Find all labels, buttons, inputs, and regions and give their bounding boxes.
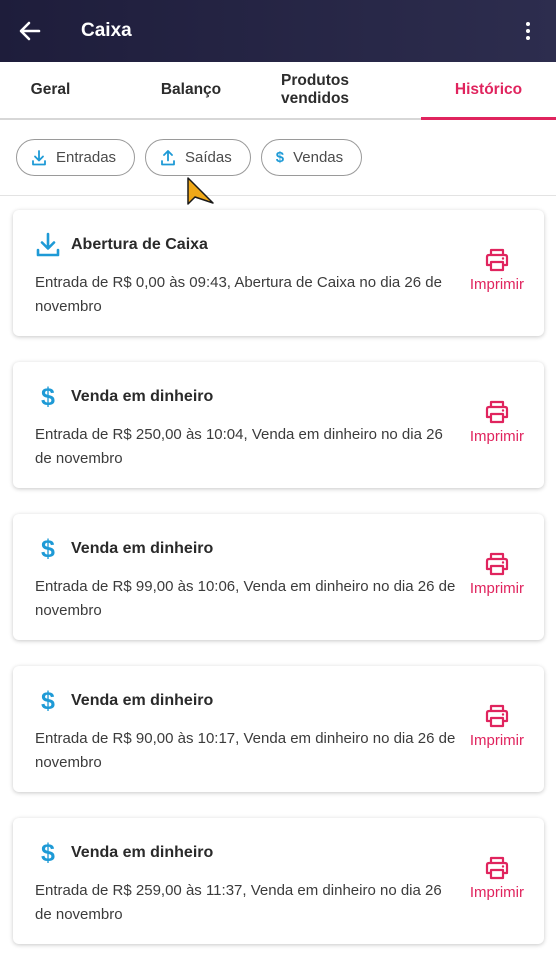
dollar-icon: $ (41, 687, 55, 715)
arrow-left-icon (19, 21, 41, 41)
dollar-icon: $ (41, 383, 55, 411)
chip-label: Saídas (185, 149, 232, 166)
history-card: $ Venda em dinheiro Entrada de R$ 90,00 … (13, 666, 544, 792)
printer-icon (485, 552, 509, 576)
print-button[interactable]: Imprimir (470, 400, 524, 445)
back-button[interactable] (0, 0, 60, 62)
print-label: Imprimir (469, 732, 524, 749)
history-list: Abertura de Caixa Entrada de R$ 0,00 às … (0, 196, 556, 944)
dollar-icon: $ (275, 149, 285, 166)
card-title: Abertura de Caixa (71, 236, 208, 253)
mouse-cursor-icon (187, 177, 214, 205)
history-card: $ Venda em dinheiro Entrada de R$ 250,00… (13, 362, 544, 488)
dollar-icon: $ (41, 839, 55, 867)
print-label: Imprimir (469, 276, 524, 293)
print-button[interactable]: Imprimir (470, 248, 524, 293)
history-card: $ Venda em dinheiro Entrada de R$ 99,00 … (13, 514, 544, 640)
card-title: Venda em dinheiro (71, 692, 214, 709)
upload-icon (161, 149, 175, 165)
print-label: Imprimir (469, 428, 524, 445)
download-icon (32, 149, 46, 165)
card-header: $ Venda em dinheiro (35, 840, 213, 866)
printer-icon (485, 856, 509, 880)
card-header: $ Venda em dinheiro (35, 536, 213, 562)
card-header: $ Venda em dinheiro (35, 384, 213, 410)
filter-chip-vendas[interactable]: $ Vendas (260, 139, 363, 176)
tab-produtos-vendidos[interactable]: Produtos vendidos (281, 62, 421, 118)
print-button[interactable]: Imprimir (470, 704, 524, 749)
app-bar: Caixa (0, 0, 556, 62)
dollar-icon: $ (41, 535, 55, 563)
active-tab-indicator (421, 117, 556, 120)
tab-balanco[interactable]: Balanço (101, 62, 281, 118)
card-title: Venda em dinheiro (71, 388, 214, 405)
card-header: $ Venda em dinheiro (35, 688, 213, 714)
print-button[interactable]: Imprimir (470, 856, 524, 901)
page-title: Caixa (81, 20, 132, 41)
print-button[interactable]: Imprimir (470, 552, 524, 597)
tab-historico[interactable]: Histórico (421, 62, 556, 118)
card-header: Abertura de Caixa (35, 232, 208, 258)
card-description: Entrada de R$ 99,00 às 10:06, Venda em d… (35, 578, 456, 619)
printer-icon (485, 704, 509, 728)
history-card: $ Venda em dinheiro Entrada de R$ 259,00… (13, 818, 544, 944)
tab-geral[interactable]: Geral (0, 62, 101, 118)
filter-chip-saidas[interactable]: Saídas (145, 139, 251, 176)
history-card: Abertura de Caixa Entrada de R$ 0,00 às … (13, 210, 544, 336)
more-vert-icon[interactable] (508, 0, 548, 62)
print-label: Imprimir (469, 884, 524, 901)
card-title: Venda em dinheiro (71, 540, 214, 557)
chip-label: Vendas (293, 149, 344, 166)
card-title: Venda em dinheiro (71, 844, 214, 861)
download-icon (36, 232, 60, 257)
printer-icon (485, 400, 509, 424)
card-description: Entrada de R$ 259,00 às 11:37, Venda em … (35, 882, 442, 923)
print-label: Imprimir (469, 580, 524, 597)
card-description: Entrada de R$ 90,00 às 10:17, Venda em d… (35, 730, 456, 771)
chip-label: Entradas (56, 149, 117, 166)
filter-chips: Entradas Saídas $ Vendas (0, 120, 556, 196)
printer-icon (485, 248, 509, 272)
filter-chip-entradas[interactable]: Entradas (16, 139, 136, 176)
tab-bar: Geral Balanço Produtos vendidos Históric… (0, 62, 556, 120)
card-description: Entrada de R$ 250,00 às 10:04, Venda em … (35, 426, 443, 467)
card-description: Entrada de R$ 0,00 às 09:43, Abertura de… (35, 274, 442, 315)
